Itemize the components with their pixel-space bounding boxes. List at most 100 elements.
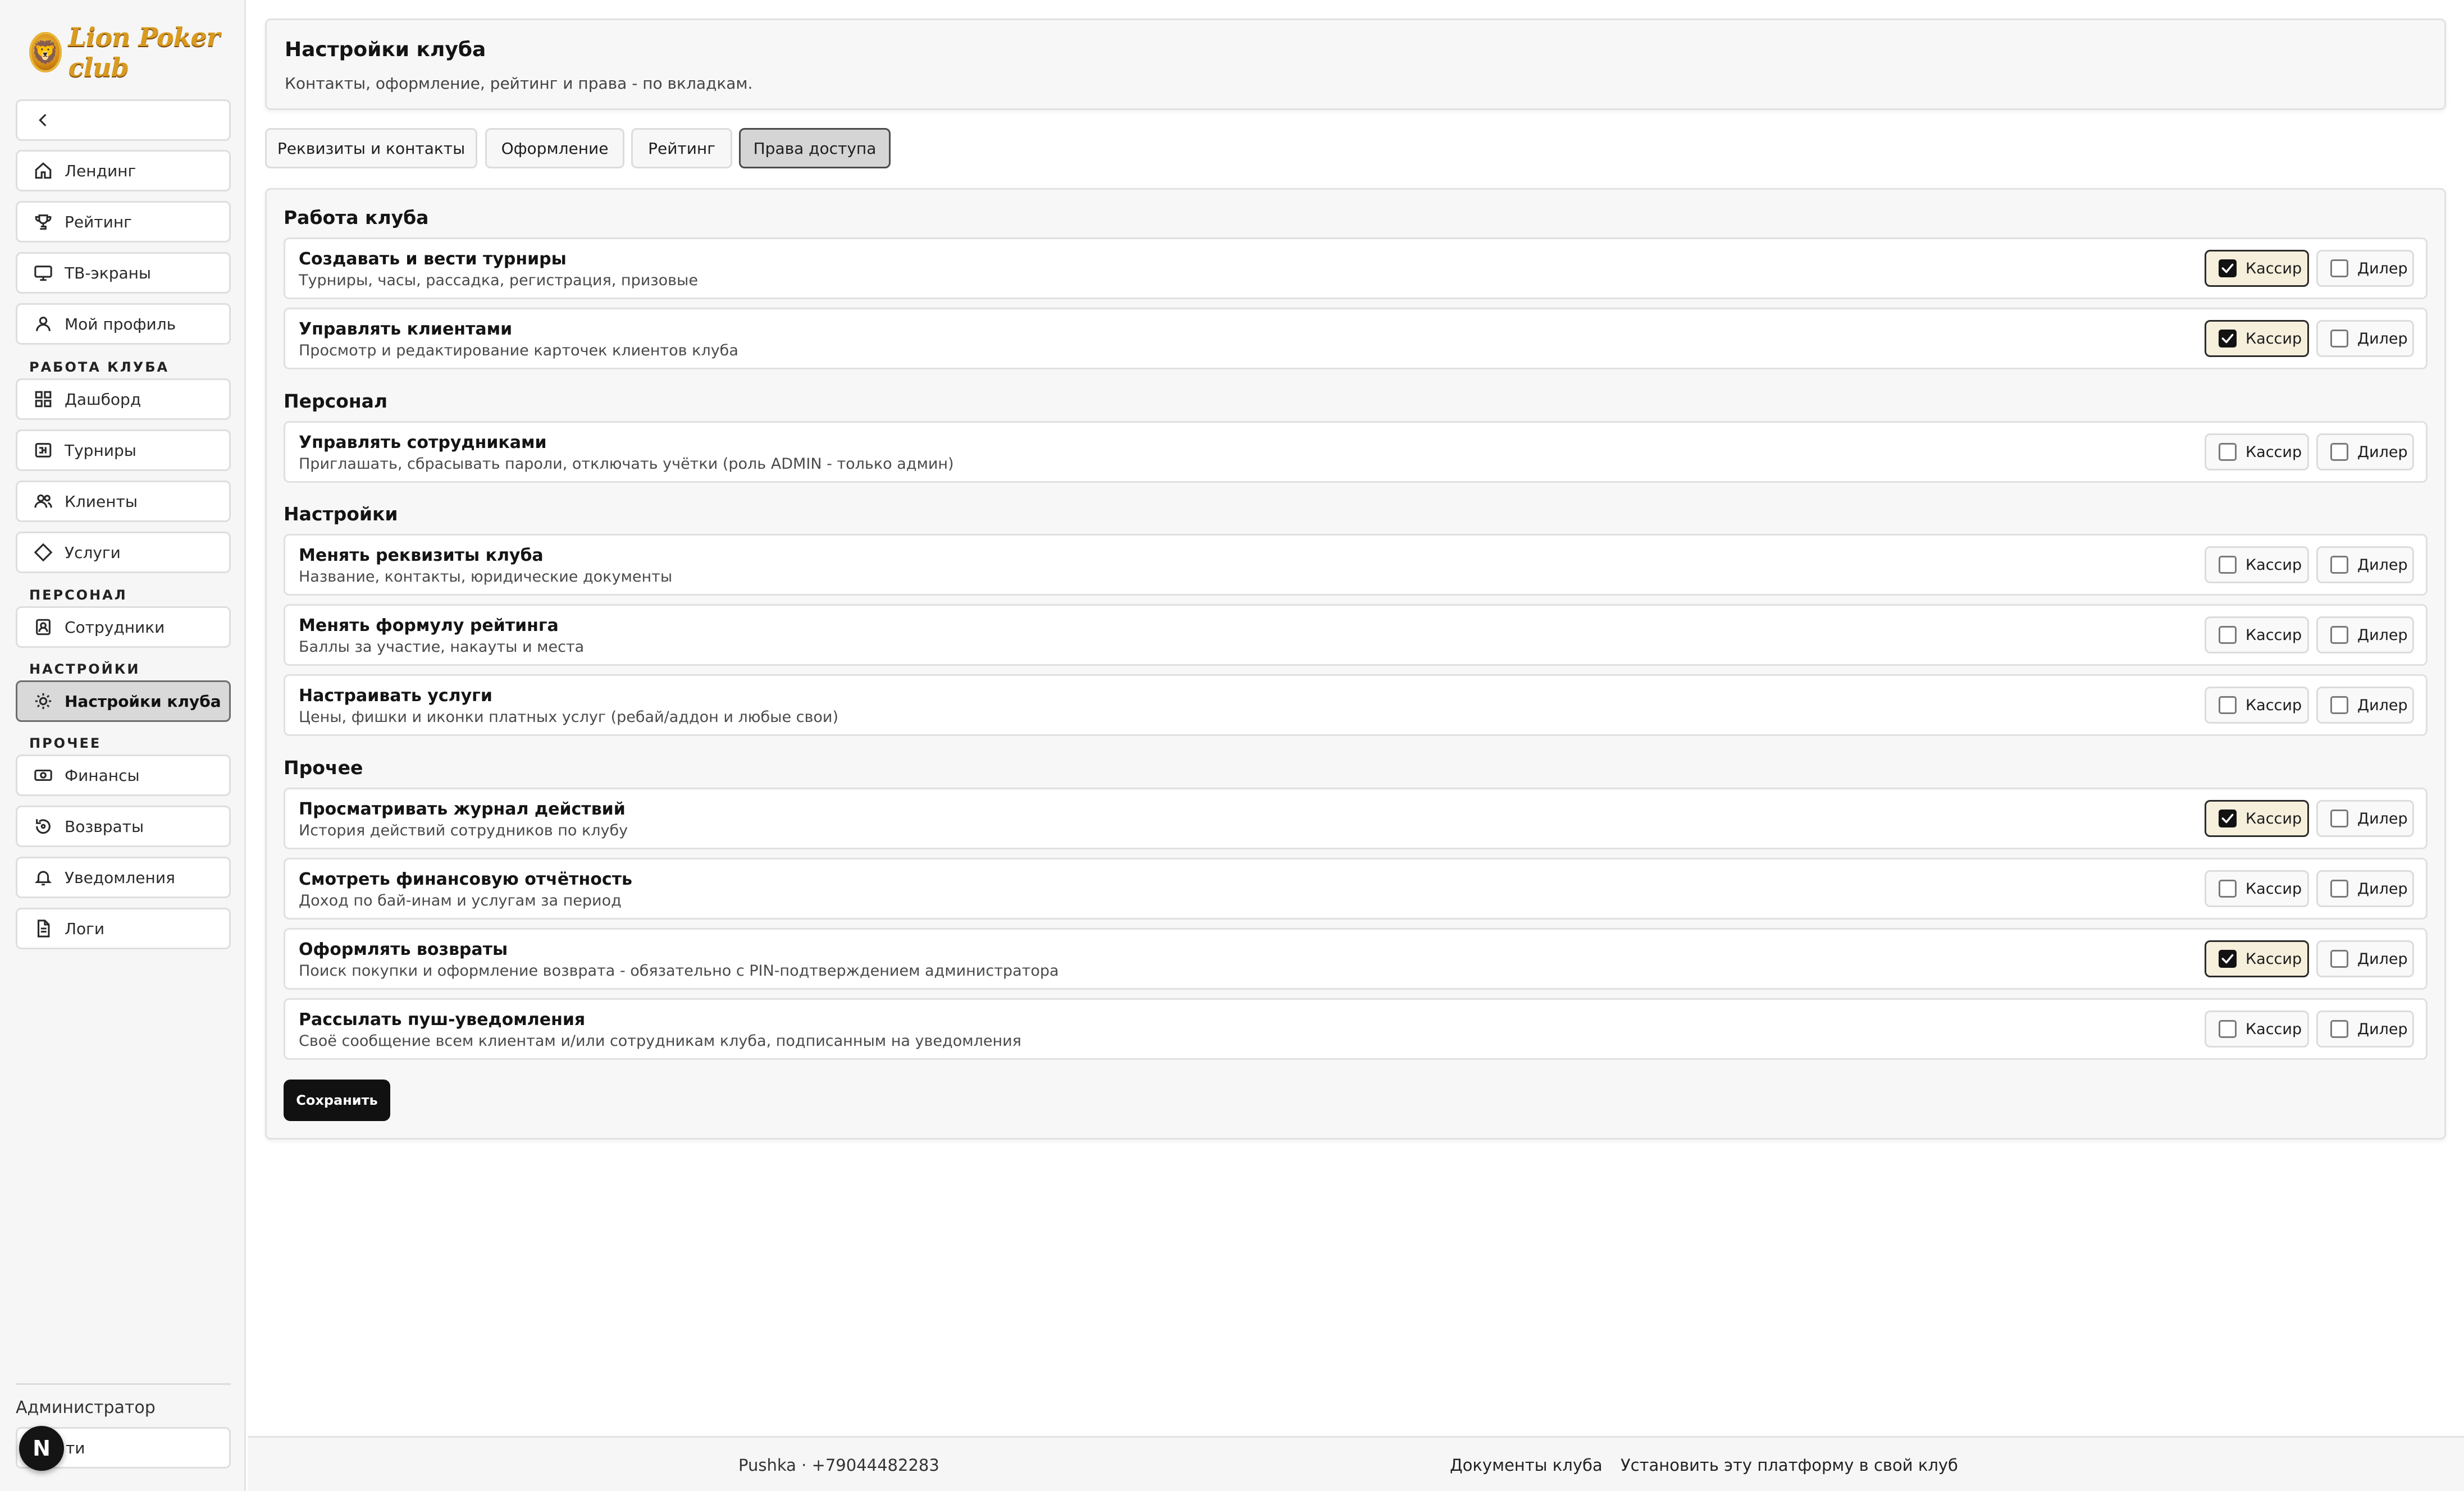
user-icon bbox=[33, 314, 53, 334]
tab-access-rights[interactable]: Права доступа bbox=[739, 128, 891, 168]
diamond-icon bbox=[33, 542, 53, 562]
sidebar-item-finance[interactable]: Финансы bbox=[16, 754, 231, 796]
tab-appearance[interactable]: Оформление bbox=[485, 128, 624, 168]
collapse-sidebar-button[interactable] bbox=[16, 99, 231, 141]
dealer-toggle[interactable]: Дилер bbox=[2316, 1010, 2414, 1048]
dealer-toggle[interactable]: Дилер bbox=[2316, 870, 2414, 907]
permission-description: Цены, фишки и иконки платных услуг (реба… bbox=[299, 708, 839, 726]
tab-rating[interactable]: Рейтинг bbox=[631, 128, 732, 168]
sidebar-item-employees[interactable]: Сотрудники bbox=[16, 606, 231, 648]
permission-row: Настраивать услуги Цены, фишки и иконки п… bbox=[284, 674, 2428, 736]
dealer-toggle[interactable]: Дилер bbox=[2316, 687, 2414, 724]
cashier-checkbox[interactable] bbox=[2219, 330, 2237, 347]
cashier-checkbox[interactable] bbox=[2219, 809, 2237, 827]
dealer-checkbox[interactable] bbox=[2330, 556, 2348, 574]
sun-gear-icon bbox=[33, 691, 53, 711]
dealer-toggle[interactable]: Дилер bbox=[2316, 546, 2414, 583]
sidebar-item-services[interactable]: Услуги bbox=[16, 532, 231, 573]
dealer-checkbox[interactable] bbox=[2330, 809, 2348, 827]
dealer-checkbox[interactable] bbox=[2330, 330, 2348, 347]
club-logo[interactable]: 🦁 Lion Poker club bbox=[29, 22, 244, 83]
permission-description: Своё сообщение всем клиентам и/или сотру… bbox=[299, 1032, 1021, 1050]
dealer-checkbox[interactable] bbox=[2330, 259, 2348, 277]
cashier-label: Кассир bbox=[2246, 880, 2302, 898]
sidebar-item-club-settings[interactable]: Настройки клуба bbox=[16, 680, 231, 722]
sidebar-item-my-profile[interactable]: Мой профиль bbox=[16, 303, 231, 345]
permission-title: Рассылать пуш-уведомления bbox=[299, 1010, 586, 1030]
dealer-checkbox[interactable] bbox=[2330, 443, 2348, 461]
sidebar-item-landing[interactable]: Лендинг bbox=[16, 150, 231, 191]
sidebar-item-notifications[interactable]: Уведомления bbox=[16, 857, 231, 898]
cashier-checkbox[interactable] bbox=[2219, 696, 2237, 714]
cashier-toggle[interactable]: Кассир bbox=[2205, 320, 2309, 357]
dealer-label: Дилер bbox=[2357, 330, 2408, 347]
dealer-label: Дилер bbox=[2357, 950, 2408, 968]
dealer-toggle[interactable]: Дилер bbox=[2316, 800, 2414, 837]
dealer-checkbox[interactable] bbox=[2330, 950, 2348, 968]
permission-title: Создавать и вести турниры bbox=[299, 249, 567, 269]
cashier-toggle[interactable]: Кассир bbox=[2205, 546, 2309, 583]
permission-title: Настраивать услуги bbox=[299, 686, 492, 706]
section-work: РАБОТА КЛУБА bbox=[29, 359, 170, 375]
permission-description: Приглашать, сбрасывать пароли, отключать… bbox=[299, 455, 954, 473]
dealer-checkbox[interactable] bbox=[2330, 626, 2348, 644]
sidebar-item-label: Клиенты bbox=[65, 492, 138, 511]
dealer-checkbox[interactable] bbox=[2330, 1020, 2348, 1038]
page-header: Настройки клуба Контакты, оформление, ре… bbox=[265, 19, 2446, 110]
permission-title: Менять формулу рейтинга bbox=[299, 616, 559, 635]
cashier-checkbox[interactable] bbox=[2219, 1020, 2237, 1038]
cashier-checkbox[interactable] bbox=[2219, 950, 2237, 968]
sidebar-item-dashboard[interactable]: Дашборд bbox=[16, 378, 231, 420]
sidebar-item-rating[interactable]: Рейтинг bbox=[16, 201, 231, 243]
sidebar-item-logs[interactable]: Логи bbox=[16, 908, 231, 949]
page-subtitle: Контакты, оформление, рейтинг и права - … bbox=[285, 74, 753, 93]
tab-requisites-contacts[interactable]: Реквизиты и контакты bbox=[265, 128, 477, 168]
cashier-toggle[interactable]: Кассир bbox=[2205, 250, 2309, 287]
cashier-toggle[interactable]: Кассир bbox=[2205, 800, 2309, 837]
sidebar-item-tv-screens[interactable]: ТВ-экраны bbox=[16, 252, 231, 294]
permission-title: Оформлять возвраты bbox=[299, 940, 508, 959]
avatar[interactable]: N bbox=[19, 1426, 64, 1471]
club-documents-link[interactable]: Документы клуба bbox=[1450, 1456, 1603, 1475]
cashier-checkbox[interactable] bbox=[2219, 443, 2237, 461]
cashier-toggle[interactable]: Кассир bbox=[2205, 1010, 2309, 1048]
dealer-toggle[interactable]: Дилер bbox=[2316, 616, 2414, 653]
cashier-toggle[interactable]: Кассир bbox=[2205, 433, 2309, 470]
sidebar-item-refunds[interactable]: Возвраты bbox=[16, 806, 231, 847]
dealer-toggle[interactable]: Дилер bbox=[2316, 320, 2414, 357]
badge-icon bbox=[33, 617, 53, 637]
sidebar-item-label: Рейтинг bbox=[65, 212, 132, 231]
permission-title: Управлять сотрудниками bbox=[299, 433, 547, 452]
dealer-toggle[interactable]: Дилер bbox=[2316, 250, 2414, 287]
dealer-checkbox[interactable] bbox=[2330, 696, 2348, 714]
cashier-toggle[interactable]: Кассир bbox=[2205, 687, 2309, 724]
cashier-toggle[interactable]: Кассир bbox=[2205, 870, 2309, 907]
permission-row: Менять реквизиты клуба Название, контакты… bbox=[284, 534, 2428, 596]
save-button[interactable]: Сохранить bbox=[284, 1080, 390, 1121]
cashier-checkbox[interactable] bbox=[2219, 880, 2237, 898]
cashier-label: Кассир bbox=[2246, 443, 2302, 461]
permission-description: Просмотр и редактирование карточек клиен… bbox=[299, 342, 738, 359]
permission-group-title: Работа клуба bbox=[284, 207, 429, 228]
dealer-checkbox[interactable] bbox=[2330, 880, 2348, 898]
dealer-toggle[interactable]: Дилер bbox=[2316, 433, 2414, 470]
home-icon bbox=[33, 161, 53, 181]
cashier-checkbox[interactable] bbox=[2219, 626, 2237, 644]
sidebar-item-tournaments[interactable]: Турниры bbox=[16, 429, 231, 471]
cashier-checkbox[interactable] bbox=[2219, 556, 2237, 574]
sidebar-divider bbox=[16, 1383, 231, 1385]
permission-row: Управлять клиентами Просмотр и редактиров… bbox=[284, 308, 2428, 369]
sidebar-item-clients[interactable]: Клиенты bbox=[16, 481, 231, 522]
dealer-label: Дилер bbox=[2357, 809, 2408, 827]
dealer-toggle[interactable]: Дилер bbox=[2316, 940, 2414, 977]
section-settings: НАСТРОЙКИ bbox=[29, 661, 140, 677]
cashier-label: Кассир bbox=[2246, 696, 2302, 714]
grid-icon bbox=[33, 389, 53, 409]
install-platform-link[interactable]: Установить эту платформу в свой клуб bbox=[1621, 1456, 1958, 1475]
footer-contact: Pushka · +79044482283 bbox=[738, 1456, 939, 1475]
cashier-toggle[interactable]: Кассир bbox=[2205, 616, 2309, 653]
permission-row: Смотреть финансовую отчётность Доход по б… bbox=[284, 858, 2428, 920]
cashier-label: Кассир bbox=[2246, 809, 2302, 827]
cashier-toggle[interactable]: Кассир bbox=[2205, 940, 2309, 977]
cashier-checkbox[interactable] bbox=[2219, 259, 2237, 277]
